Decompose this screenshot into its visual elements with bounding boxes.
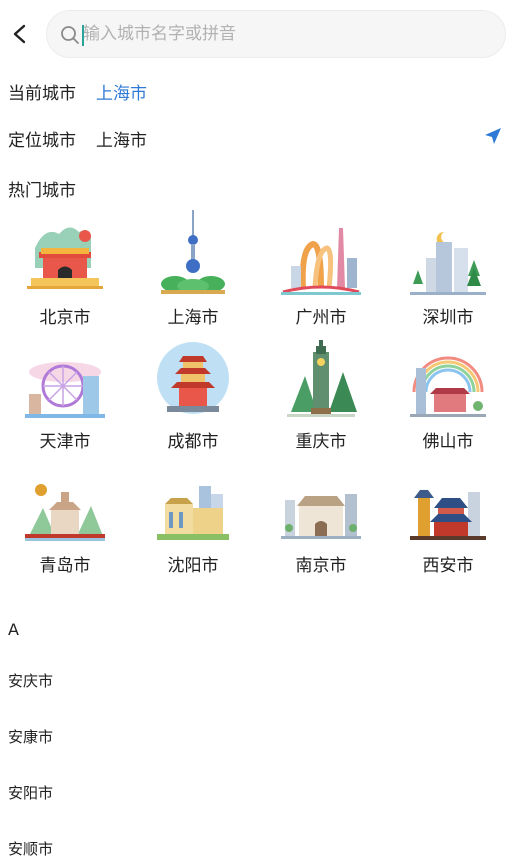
current-city-value[interactable]: 上海市 <box>96 79 147 104</box>
hot-city-name: 天津市 <box>39 432 91 452</box>
chengdu-illustration-icon <box>153 332 233 422</box>
hot-city-name: 佛山市 <box>422 432 474 452</box>
located-city-label: 定位城市 <box>8 131 76 151</box>
located-city-row: 定位城市 上海市 <box>8 126 147 151</box>
hot-city-name: 上海市 <box>167 308 219 328</box>
shanghai-illustration-icon <box>153 208 233 298</box>
beijing-illustration-icon <box>25 208 105 298</box>
hot-city-name: 重庆市 <box>295 432 347 452</box>
hot-city-beijing[interactable]: 北京市 <box>10 208 120 328</box>
hot-city-name: 成都市 <box>167 432 219 452</box>
nanjing-illustration-icon <box>281 456 361 546</box>
tianjin-illustration-icon <box>25 332 105 422</box>
hot-city-name: 青岛市 <box>39 556 91 576</box>
chongqing-illustration-icon <box>281 332 361 422</box>
shenzhen-illustration-icon <box>408 208 488 298</box>
qingdao-illustration-icon <box>25 456 105 546</box>
search-box[interactable] <box>46 10 506 58</box>
index-letter-header: A <box>8 620 19 639</box>
search-icon <box>59 24 81 46</box>
back-icon[interactable] <box>6 20 34 48</box>
shenyang-illustration-icon <box>153 456 233 546</box>
hot-city-chengdu[interactable]: 成都市 <box>138 332 248 452</box>
hot-city-shenyang[interactable]: 沈阳市 <box>138 456 248 576</box>
hot-city-guangzhou[interactable]: 广州市 <box>266 208 376 328</box>
hot-city-chongqing[interactable]: 重庆市 <box>266 332 376 452</box>
hot-city-name: 北京市 <box>39 308 91 328</box>
hot-city-name: 沈阳市 <box>167 556 219 576</box>
search-input[interactable] <box>83 11 493 57</box>
current-city-row: 当前城市 上海市 <box>8 79 147 104</box>
location-arrow-icon[interactable] <box>484 127 502 145</box>
city-list-item[interactable]: 安顺市 <box>8 838 53 859</box>
hot-city-name: 南京市 <box>295 556 347 576</box>
hot-city-shenzhen[interactable]: 深圳市 <box>393 208 503 328</box>
hot-city-name: 广州市 <box>295 308 347 328</box>
hot-cities-title: 热门城市 <box>8 181 76 201</box>
city-list-item[interactable]: 安康市 <box>8 726 53 747</box>
city-list-item[interactable]: 安庆市 <box>8 670 53 691</box>
foshan-illustration-icon <box>408 332 488 422</box>
city-list-item[interactable]: 安阳市 <box>8 782 53 803</box>
hot-city-name: 西安市 <box>422 556 474 576</box>
hot-city-nanjing[interactable]: 南京市 <box>266 456 376 576</box>
hot-city-xian[interactable]: 西安市 <box>393 456 503 576</box>
hot-city-shanghai[interactable]: 上海市 <box>138 208 248 328</box>
top-bar <box>0 0 518 68</box>
located-city-value[interactable]: 上海市 <box>96 126 147 151</box>
hot-city-qingdao[interactable]: 青岛市 <box>10 456 120 576</box>
hot-city-foshan[interactable]: 佛山市 <box>393 332 503 452</box>
hot-city-tianjin[interactable]: 天津市 <box>10 332 120 452</box>
hot-city-name: 深圳市 <box>422 308 474 328</box>
guangzhou-illustration-icon <box>281 208 361 298</box>
xian-illustration-icon <box>408 456 488 546</box>
current-city-label: 当前城市 <box>8 84 76 104</box>
